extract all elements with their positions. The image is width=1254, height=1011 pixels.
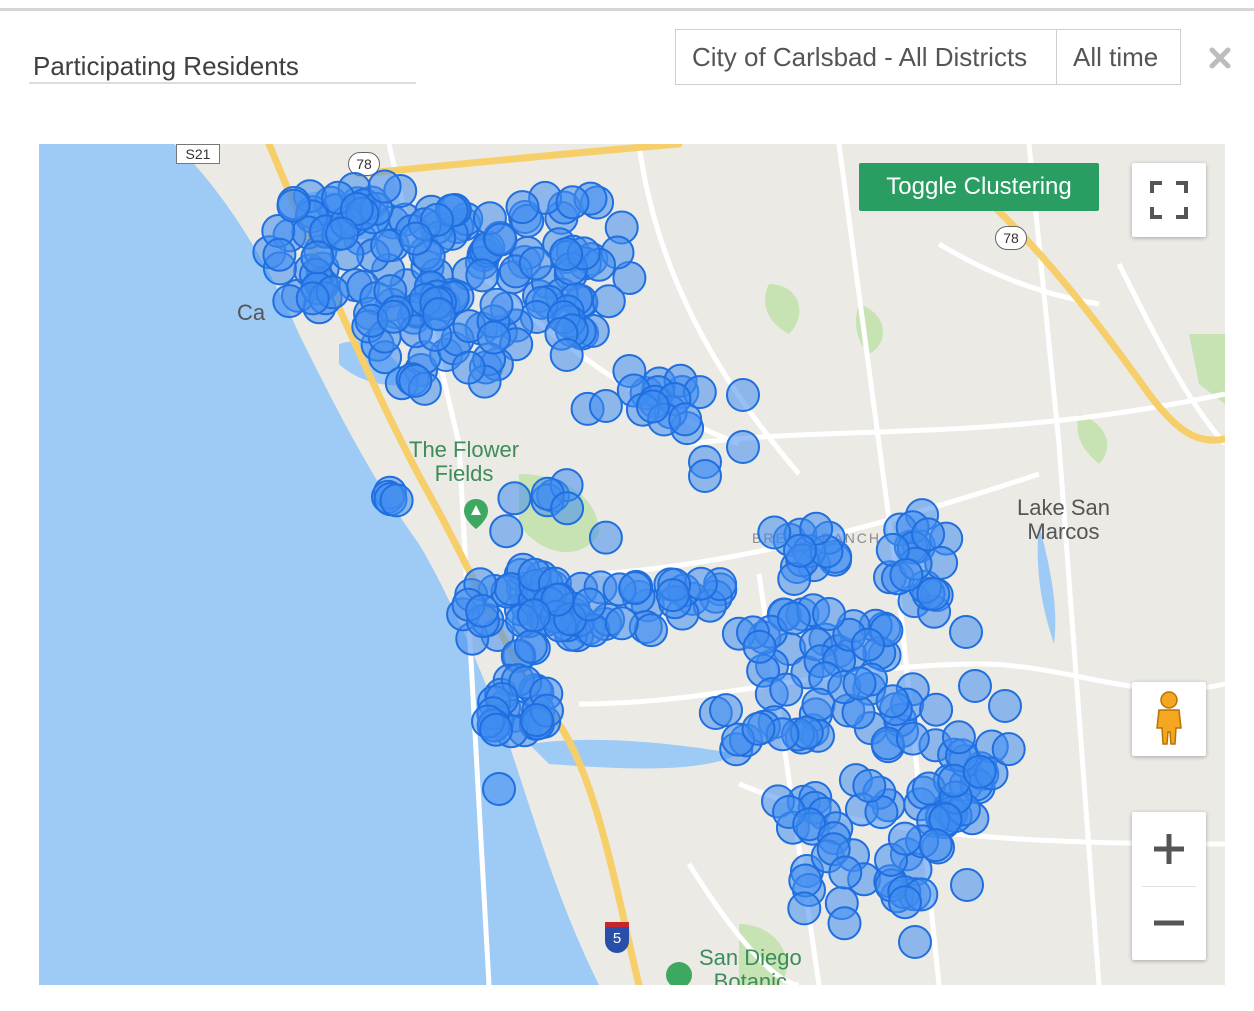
resident-marker[interactable]	[709, 693, 743, 728]
resident-marker[interactable]	[398, 221, 433, 256]
pegman-icon	[1156, 691, 1182, 745]
resident-marker[interactable]	[769, 672, 804, 707]
resident-marker[interactable]	[421, 297, 456, 332]
resident-marker[interactable]	[489, 514, 524, 549]
panel-title: Participating Residents	[33, 51, 299, 81]
time-filter[interactable]: All time	[1056, 29, 1181, 85]
resident-marker[interactable]	[688, 459, 722, 493]
zoom-control	[1132, 812, 1206, 960]
title-underline	[29, 82, 416, 84]
resident-marker[interactable]	[950, 868, 984, 902]
resident-marker[interactable]	[812, 597, 846, 631]
resident-marker[interactable]	[655, 578, 690, 613]
resident-marker[interactable]	[742, 629, 777, 664]
close-icon	[1209, 47, 1231, 69]
resident-marker[interactable]	[588, 520, 623, 555]
resident-marker[interactable]	[827, 906, 862, 941]
resident-marker[interactable]	[918, 828, 953, 863]
resident-marker[interactable]	[851, 627, 885, 662]
resident-marker[interactable]	[555, 185, 590, 220]
resident-marker[interactable]	[476, 320, 511, 355]
fullscreen-button[interactable]	[1132, 163, 1206, 237]
resident-marker[interactable]	[842, 666, 877, 701]
resident-marker[interactable]	[911, 517, 946, 552]
resident-marker[interactable]	[895, 721, 930, 756]
minus-icon	[1154, 920, 1184, 926]
resident-marker[interactable]	[549, 237, 584, 272]
resident-marker[interactable]	[451, 350, 486, 385]
resident-marker[interactable]	[962, 754, 997, 789]
street-view-pegman-button[interactable]	[1132, 682, 1206, 756]
district-filter[interactable]: City of Carlsbad - All Districts	[675, 29, 1057, 85]
resident-marker[interactable]	[550, 491, 585, 526]
resident-marker[interactable]	[398, 363, 433, 398]
resident-marker[interactable]	[988, 689, 1022, 723]
resident-marker[interactable]	[276, 188, 311, 223]
resident-marker[interactable]	[635, 389, 670, 424]
resident-marker[interactable]	[887, 821, 922, 856]
resident-marker[interactable]	[958, 669, 992, 703]
resident-marker[interactable]	[634, 613, 668, 648]
resident-marker[interactable]	[379, 483, 414, 518]
resident-marker[interactable]	[919, 692, 954, 727]
resident-marker[interactable]	[513, 629, 548, 664]
resident-marker[interactable]	[549, 338, 584, 372]
plus-icon	[1154, 834, 1184, 864]
resident-marker[interactable]	[783, 533, 817, 568]
resident-marker[interactable]	[888, 885, 922, 920]
resident-marker[interactable]	[518, 246, 553, 281]
resident-marker[interactable]	[370, 228, 405, 263]
resident-marker[interactable]	[898, 925, 932, 959]
resident-marker[interactable]	[591, 284, 626, 319]
resident-marker[interactable]	[479, 287, 514, 322]
resident-marker[interactable]	[726, 378, 760, 412]
resident-marker[interactable]	[875, 684, 910, 719]
resident-marker[interactable]	[726, 430, 760, 464]
resident-marker[interactable]	[618, 571, 653, 606]
close-button[interactable]	[1206, 44, 1234, 72]
resident-marker[interactable]	[367, 169, 402, 204]
resident-marker[interactable]	[262, 237, 297, 272]
resident-markers-layer	[252, 169, 1026, 959]
resident-marker[interactable]	[572, 587, 607, 622]
fullscreen-icon	[1150, 181, 1188, 219]
zoom-out-button[interactable]	[1132, 886, 1206, 960]
resident-marker[interactable]	[516, 598, 551, 633]
resident-marker[interactable]	[482, 772, 516, 806]
resident-marker[interactable]	[828, 855, 863, 890]
resident-marker[interactable]	[300, 240, 335, 275]
zoom-in-button[interactable]	[1132, 812, 1206, 886]
toggle-clustering-button[interactable]: Toggle Clustering	[859, 163, 1099, 211]
resident-marker[interactable]	[588, 389, 623, 423]
resident-marker[interactable]	[604, 606, 639, 641]
resident-marker[interactable]	[787, 891, 822, 926]
resident-marker[interactable]	[916, 577, 951, 611]
resident-marker[interactable]	[465, 593, 500, 628]
resident-marker[interactable]	[668, 402, 703, 437]
resident-marker[interactable]	[295, 281, 330, 316]
resident-marker[interactable]	[483, 222, 518, 257]
resident-marker[interactable]	[776, 601, 811, 636]
resident-marker[interactable]	[519, 703, 554, 738]
resident-marker[interactable]	[505, 190, 540, 225]
resident-marker[interactable]	[889, 558, 924, 592]
resident-marker[interactable]	[465, 258, 500, 293]
resident-marker[interactable]	[852, 768, 887, 803]
resident-marker[interactable]	[941, 720, 976, 755]
resident-marker[interactable]	[497, 481, 532, 516]
resident-marker[interactable]	[376, 299, 411, 334]
resident-marker[interactable]	[325, 216, 359, 251]
resident-marker[interactable]	[479, 712, 514, 747]
resident-marker[interactable]	[777, 562, 812, 596]
resident-marker[interactable]	[991, 732, 1026, 767]
map-view[interactable]: S21 78 78 5 The Flower Fields Lake San M…	[39, 144, 1225, 985]
resident-marker[interactable]	[741, 711, 776, 746]
resident-marker[interactable]	[949, 615, 983, 649]
